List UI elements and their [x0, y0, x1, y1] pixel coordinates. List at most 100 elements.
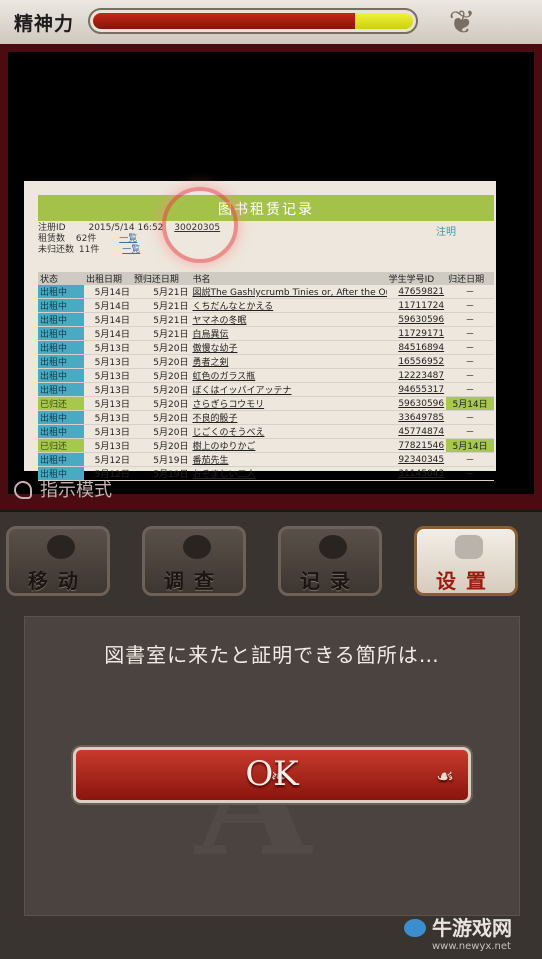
command-panel: 移动 调查 记录 设置 A 図書室に来たと証明できる箇所は… ❧ OK ☙ 牛游…: [0, 512, 542, 959]
cell-due: 5月19日: [131, 466, 191, 481]
table-row: 出租中 5月14日 5月21日 くちだんなとかえる 11711724 －: [38, 298, 494, 313]
records-button[interactable]: 记录: [278, 526, 382, 596]
cell-title: 樹上のゆりかご: [190, 438, 387, 453]
cell-due: 5月20日: [131, 382, 191, 397]
cell-title: おぞましい二人: [190, 466, 387, 481]
table-row: 出租中 5月12日 5月19日 番茄先生 92340345 －: [38, 452, 494, 467]
cell-status: 出租中: [38, 382, 84, 397]
cell-title: 図説The Gashlycrumb Tinies or, After the O…: [190, 285, 387, 299]
table-row: 出租中 5月14日 5月21日 白烏異伝 11729171 －: [38, 326, 494, 341]
ornament-icon: ❦: [448, 3, 476, 41]
cell-returned: 5月14日: [446, 396, 494, 411]
cell-returned: －: [446, 424, 494, 439]
sanity-gauge: [88, 8, 418, 34]
cell-rented: 5月13日: [84, 382, 132, 397]
sanity-label: 精神力: [14, 13, 75, 35]
cell-title: じごくのそうべえ: [190, 424, 387, 439]
list-link-2: 一覧: [122, 245, 141, 255]
cell-status: 出租中: [38, 340, 84, 355]
cell-id: 77821546: [386, 438, 447, 453]
cell-title: 不良的骰子: [190, 410, 387, 425]
cell-title: 勇者之剣: [190, 354, 387, 369]
cell-id: 84516894: [386, 340, 447, 355]
cell-title: 虹色のガラス瓶: [190, 368, 387, 383]
cell-id: 92340345: [386, 452, 447, 467]
cell-returned: －: [446, 298, 494, 313]
instruction-mode[interactable]: 指示模式: [14, 476, 112, 502]
table-row: 出租中 5月13日 5月20日 虹色のガラス瓶 12223487 －: [38, 368, 494, 383]
cell-status: 出租中: [38, 298, 84, 313]
cell-returned: －: [446, 466, 494, 481]
cell-id: 11729171: [386, 326, 447, 341]
col-status: 状态: [38, 272, 84, 285]
cell-id: 11711724: [386, 298, 447, 313]
cell-returned: －: [446, 312, 494, 327]
col-rented: 出租日期: [84, 272, 132, 285]
move-button[interactable]: 移动: [6, 526, 110, 596]
cell-due: 5月21日: [131, 298, 191, 313]
cell-returned: －: [446, 340, 494, 355]
cell-rented: 5月14日: [84, 312, 132, 327]
ok-button[interactable]: ❧ OK ☙: [73, 747, 471, 803]
dialog-message: 図書室に来たと証明できる箇所は…: [104, 643, 440, 667]
cell-returned: －: [446, 368, 494, 383]
cell-status: 出租中: [38, 452, 84, 467]
table-row: 已归还 5月13日 5月20日 樹上のゆりかご 77821546 5月14日: [38, 438, 494, 453]
settings-button[interactable]: 设置: [414, 526, 518, 596]
hand-icon: [14, 481, 32, 499]
cell-due: 5月19日: [131, 452, 191, 467]
cell-id: 59630596: [386, 312, 447, 327]
cell-rented: 5月12日: [84, 452, 132, 467]
cell-title: さらぎらコウモリ: [190, 396, 387, 411]
cell-status: 已归还: [38, 438, 84, 453]
cell-title: 番茄先生: [190, 452, 387, 467]
cell-rented: 5月13日: [84, 396, 132, 411]
cell-due: 5月21日: [131, 312, 191, 327]
cell-status: 已归还: [38, 396, 84, 411]
table-row: 已归还 5月13日 5月20日 さらぎらコウモリ 59630596 5月14日: [38, 396, 494, 411]
dialog-panel: A 図書室に来たと証明できる箇所は… ❧ OK ☙: [24, 616, 520, 916]
cell-returned: －: [446, 410, 494, 425]
table-row: 出租中 5月13日 5月20日 不良的骰子 33649785 －: [38, 410, 494, 425]
cell-id: 59630596: [386, 396, 447, 411]
table-row: 出租中 5月13日 5月20日 じごくのそうべえ 45774874 －: [38, 424, 494, 439]
cell-returned: －: [446, 354, 494, 369]
info-row-unreturned: 未归还数 11件 一覧: [38, 245, 141, 255]
cell-due: 5月20日: [131, 396, 191, 411]
cell-returned: －: [446, 452, 494, 467]
cell-id: 94655317: [386, 382, 447, 397]
cell-returned: －: [446, 285, 494, 299]
gear-icon: [455, 535, 483, 559]
cell-status: 出租中: [38, 424, 84, 439]
info-row-reg: 注册ID 2015/5/14 16:52 30020305: [38, 223, 221, 233]
sanity-gauge-low: [355, 13, 413, 29]
col-title: 书名: [190, 272, 387, 285]
cell-id: 45774874: [386, 424, 447, 439]
investigate-button[interactable]: 调查: [142, 526, 246, 596]
cell-returned: －: [446, 326, 494, 341]
flourish-right-icon: ☙: [436, 764, 454, 788]
rental-rows: 出租中 5月14日 5月21日 図説The Gashlycrumb Tinies or…: [38, 285, 494, 481]
table-row: 出租中 5月14日 5月21日 ヤマネの冬眠 59630596 －: [38, 312, 494, 327]
cell-rented: 5月13日: [84, 340, 132, 355]
cell-status: 出租中: [38, 410, 84, 425]
rental-record-sheet[interactable]: 图书租赁记录 注明 注册ID 2015/5/14 16:52 30020305 …: [24, 181, 496, 481]
walk-icon: [47, 535, 75, 559]
cell-rented: 5月14日: [84, 298, 132, 313]
cell-rented: 5月13日: [84, 354, 132, 369]
info-row-rent: 租赁数 62件 一覧: [38, 234, 138, 244]
record-info: 注册ID 2015/5/14 16:52 30020305 租赁数 62件 一覧…: [38, 223, 494, 256]
cell-id: 33649785: [386, 410, 447, 425]
cell-title: ぼくはイッパイアッテナ: [190, 382, 387, 397]
cell-rented: 5月13日: [84, 438, 132, 453]
cell-returned: －: [446, 382, 494, 397]
cell-id: 16556952: [386, 354, 447, 369]
cell-due: 5月21日: [131, 326, 191, 341]
sanity-gauge-fill: [93, 13, 355, 29]
cell-due: 5月20日: [131, 424, 191, 439]
cell-status: 出租中: [38, 368, 84, 383]
folder-icon: [319, 535, 347, 559]
cell-due: 5月21日: [131, 285, 191, 299]
table-row: 出租中 5月14日 5月21日 図説The Gashlycrumb Tinies or…: [38, 285, 494, 299]
cell-returned: 5月14日: [446, 438, 494, 453]
